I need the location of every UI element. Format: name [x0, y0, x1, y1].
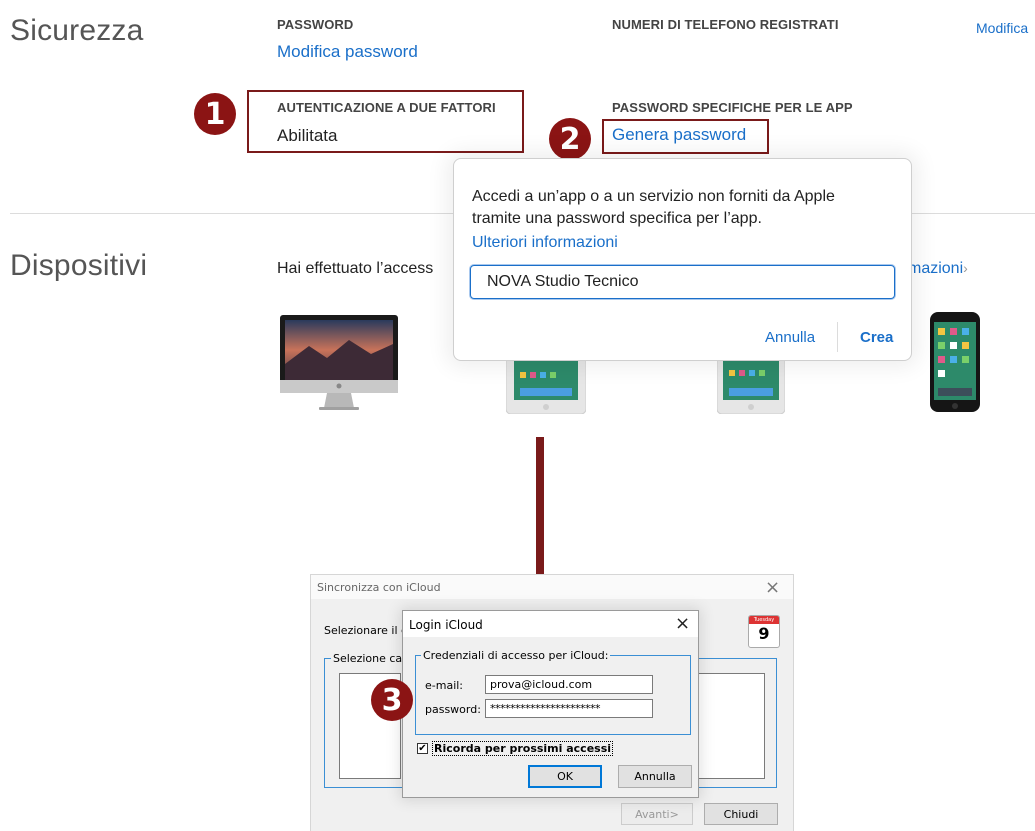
chevron-right-icon: ›	[963, 260, 968, 276]
login-cancel-button[interactable]: Annulla	[618, 765, 692, 788]
button-divider	[837, 322, 838, 352]
password-field[interactable]: **********************	[485, 699, 653, 718]
devices-description: Hai effettuato l’access	[277, 260, 434, 277]
credentials-group-label: Credenziali di accesso per iCloud:	[421, 649, 611, 662]
generate-password-popover: Accedi a un’app o a un servizio non forn…	[453, 158, 912, 361]
calendar-selection-group-label: Selezione cal	[331, 652, 408, 665]
close-button[interactable]: Chiudi	[704, 803, 778, 825]
app-passwords-header: PASSWORD SPECIFICHE PER LE APP	[612, 100, 853, 115]
devices-more-info-label: mazioni	[908, 260, 964, 277]
remember-label[interactable]: Ricorda per prossimi accessi	[432, 741, 614, 756]
security-title: Sicurezza	[10, 14, 144, 47]
devices-more-info-link[interactable]: mazioni›	[908, 260, 968, 278]
login-dialog-title: Login iCloud	[409, 618, 483, 632]
calendar-icon-month: Tuesday	[749, 616, 779, 624]
sync-window-title: Sincronizza con iCloud	[317, 581, 441, 594]
email-label: e-mail:	[425, 679, 464, 692]
imac-device[interactable]	[279, 314, 399, 414]
next-button[interactable]: Avanti>	[621, 803, 693, 825]
calendar-icon-day: 9	[758, 624, 770, 643]
devices-title: Dispositivi	[10, 249, 148, 282]
learn-more-link[interactable]: Ulteriori informazioni	[472, 234, 618, 252]
popover-description: Accedi a un’app o a un servizio non forn…	[472, 186, 835, 230]
step-badge-2: 2	[549, 118, 591, 160]
calendar-icon: Tuesday 9	[748, 615, 780, 648]
generate-password-link[interactable]: Genera password	[612, 125, 746, 145]
credentials-group	[415, 655, 691, 735]
twofa-status: Abilitata	[277, 126, 338, 145]
change-password-link[interactable]: Modifica password	[277, 42, 418, 62]
ok-button[interactable]: OK	[528, 765, 602, 788]
cancel-button[interactable]: Annulla	[765, 329, 815, 346]
login-close-icon[interactable]: ×	[675, 613, 690, 634]
sync-window-close-icon[interactable]: ×	[765, 577, 780, 598]
iphone-device[interactable]	[930, 312, 980, 412]
phone-numbers-header: NUMERI DI TELEFONO REGISTRATI	[612, 17, 839, 32]
twofa-header: AUTENTICAZIONE A DUE FATTORI	[277, 100, 496, 115]
edit-link[interactable]: Modifica	[976, 20, 1028, 36]
sync-select-text: Selezionare il ca	[324, 624, 414, 637]
password-header: PASSWORD	[277, 17, 354, 32]
popover-description-line-1: Accedi a un’app o a un servizio non forn…	[472, 188, 835, 205]
popover-description-line-2: tramite una password specifica per l’app…	[472, 210, 762, 227]
ipad-device-1[interactable]	[505, 351, 587, 415]
remember-checkbox[interactable]: ✔	[417, 743, 428, 754]
password-label: password:	[425, 703, 481, 716]
icloud-login-dialog: Login iCloud × Credenziali di accesso pe…	[402, 610, 699, 798]
ipad-device-2[interactable]	[716, 351, 786, 415]
calendar-list-right[interactable]	[691, 673, 765, 779]
email-field[interactable]: prova@icloud.com	[485, 675, 653, 694]
password-label-input-value: NOVA Studio Tecnico	[487, 273, 639, 290]
step-badge-3: 3	[371, 679, 413, 721]
create-button[interactable]: Crea	[860, 329, 893, 346]
step-badge-1: 1	[194, 93, 236, 135]
password-label-input[interactable]: NOVA Studio Tecnico	[470, 265, 895, 299]
